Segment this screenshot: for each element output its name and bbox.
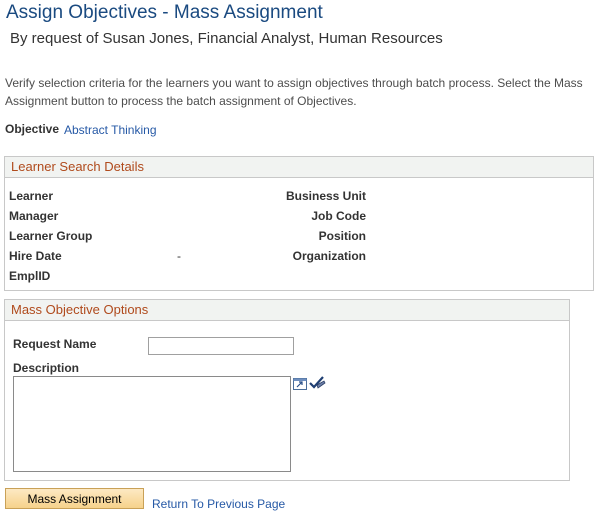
- objective-label: Objective: [5, 122, 60, 136]
- objective-link[interactable]: Abstract Thinking: [64, 123, 157, 137]
- organization-label: Organization: [292, 249, 366, 263]
- position-label: Position: [318, 229, 366, 243]
- request-name-input[interactable]: [148, 337, 294, 355]
- manager-label: Manager: [9, 209, 59, 223]
- request-name-label: Request Name: [13, 337, 97, 351]
- instructions-text: Verify selection criteria for the learne…: [5, 76, 583, 108]
- business-unit-label: Business Unit: [285, 189, 366, 203]
- job-code-label: Job Code: [311, 209, 366, 223]
- return-to-previous-page-link[interactable]: Return To Previous Page: [152, 497, 285, 511]
- description-textarea[interactable]: [13, 376, 291, 472]
- learner-search-details-header: Learner Search Details: [5, 157, 593, 178]
- page-subtitle: By request of Susan Jones, Financial Ana…: [10, 30, 443, 47]
- page-title: Assign Objectives - Mass Assignment: [6, 2, 323, 23]
- learner-search-details-group: Learner Search Details: [4, 156, 594, 291]
- mass-assignment-button[interactable]: Mass Assignment: [5, 488, 144, 509]
- hire-date-value: -: [177, 249, 181, 263]
- page: Assign Objectives - Mass Assignment By r…: [0, 0, 596, 513]
- emplid-label: EmplID: [9, 269, 51, 283]
- hire-date-label: Hire Date: [9, 249, 62, 263]
- spellcheck-icon[interactable]: [309, 375, 326, 390]
- learner-label: Learner: [9, 189, 54, 203]
- expand-textarea-icon[interactable]: [293, 377, 307, 390]
- description-label: Description: [13, 361, 80, 375]
- learner-group-label: Learner Group: [9, 229, 93, 243]
- mass-objective-options-header: Mass Objective Options: [5, 300, 569, 321]
